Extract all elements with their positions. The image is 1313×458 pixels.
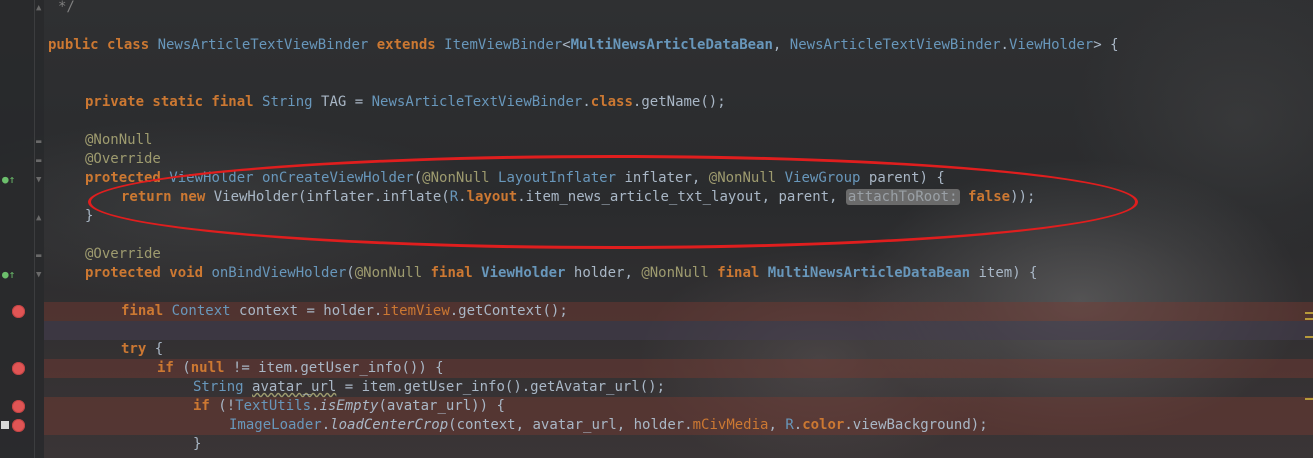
code-line-onbindviewholder[interactable]: protected void onBindViewHolder(@NonNull… — [85, 264, 1038, 283]
code-line[interactable]: */ — [58, 0, 75, 17]
editor-gutter[interactable] — [0, 0, 44, 458]
override-method-icon[interactable]: ●↑ — [2, 268, 16, 282]
override-method-icon[interactable]: ●↑ — [2, 173, 16, 187]
closing-brace: } — [85, 208, 94, 224]
highlight-ellipse-annotation — [88, 155, 1138, 249]
code-line-if-empty[interactable]: if (!TextUtils.isEmpty(avatar_url)) { — [193, 397, 505, 416]
code-line-class-declaration[interactable]: public class NewsArticleTextViewBinder e… — [48, 36, 1119, 55]
annotation-override: @Override — [85, 246, 161, 262]
code-line-closing-brace[interactable]: } — [193, 435, 201, 454]
code-line-annotation[interactable]: @NonNull — [85, 131, 152, 150]
scrollbar-marker[interactable] — [1305, 398, 1313, 400]
fold-marker-icon[interactable]: ▲ — [36, 214, 44, 223]
code-line-context[interactable]: final Context context = holder.itemView.… — [121, 302, 568, 321]
code-line-avatar-url[interactable]: String avatar_url = item.getUser_info().… — [193, 378, 665, 397]
breakpoint-icon[interactable] — [12, 305, 25, 318]
fold-marker-icon[interactable]: ▼ — [36, 271, 44, 280]
code-line-try[interactable]: try { — [121, 340, 163, 359]
fold-marker-icon[interactable]: ▬ — [36, 138, 44, 147]
lock-icon: ▲ — [36, 3, 42, 13]
fold-marker-icon[interactable]: ▼ — [36, 176, 44, 185]
gutter-divider — [34, 0, 35, 458]
code-line-if-userinfo[interactable]: if (null != item.getUser_info()) { — [157, 359, 444, 378]
annotation-nonnull: @NonNull — [85, 132, 153, 148]
code-line-tag-field[interactable]: private static final String TAG = NewsAr… — [85, 93, 726, 112]
code-line-annotation[interactable]: @Override — [85, 150, 161, 169]
code-line-imageloader[interactable]: ImageLoader.loadCenterCrop(context, avat… — [229, 416, 988, 435]
fold-marker-icon[interactable]: ▬ — [36, 157, 44, 166]
comment-end: */ — [58, 0, 75, 15]
code-line-closing-brace[interactable]: } — [85, 207, 93, 226]
current-line-highlight — [44, 321, 1313, 340]
annotation-override: @Override — [85, 151, 161, 167]
breakpoint-icon[interactable] — [12, 400, 25, 413]
breakpoint-icon[interactable] — [12, 362, 25, 375]
scrollbar-marker[interactable] — [1305, 312, 1313, 314]
fold-marker-icon[interactable]: ▬ — [36, 252, 44, 261]
scrollbar-marker[interactable] — [1305, 318, 1313, 320]
code-line-annotation[interactable]: @Override — [85, 245, 161, 264]
scrollbar-marker[interactable] — [1305, 336, 1313, 338]
breakpoint-icon[interactable] — [12, 419, 25, 432]
closing-brace: } — [193, 436, 202, 452]
bookmark-marker-icon[interactable] — [1, 421, 9, 429]
